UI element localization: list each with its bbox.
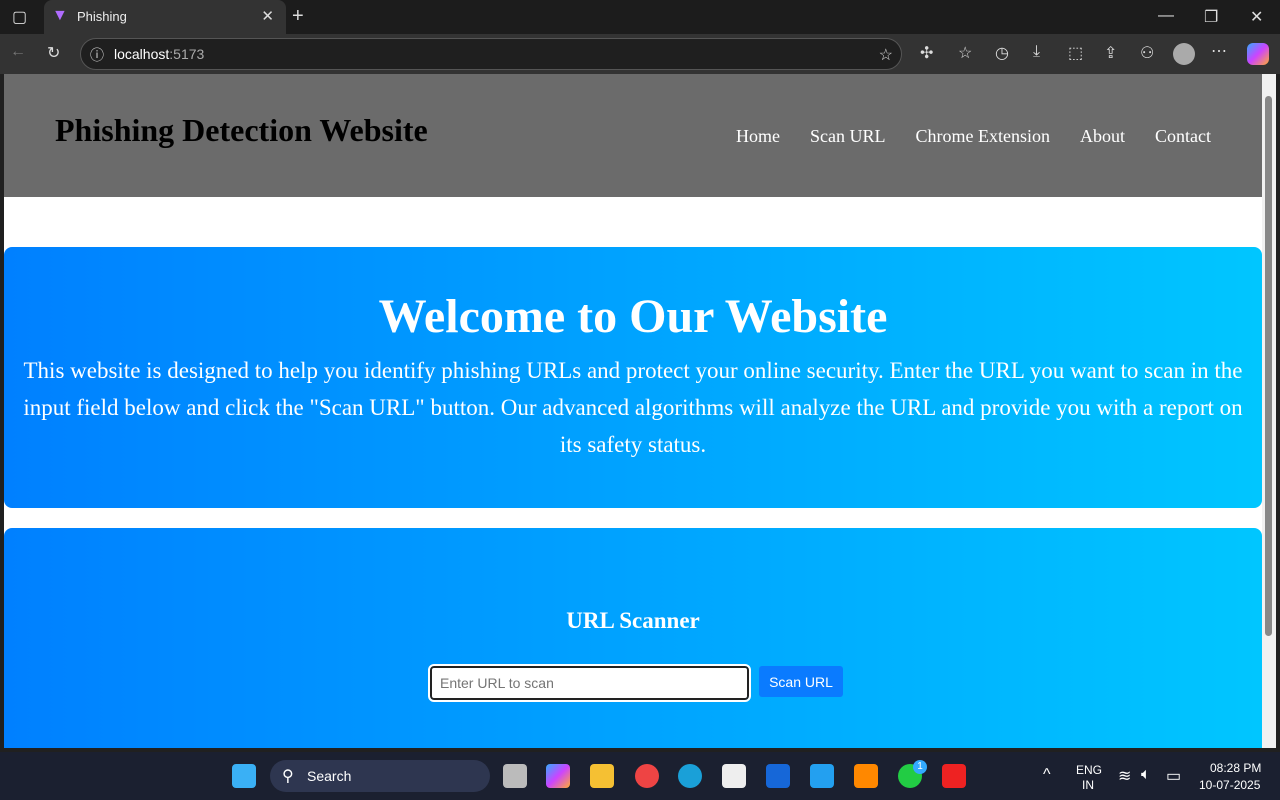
volume-icon[interactable]: 🔈︎	[1141, 766, 1151, 784]
info-icon: ⓘ	[90, 47, 104, 63]
vscode-icon[interactable]	[810, 764, 834, 788]
tab-title: Phishing	[77, 9, 127, 24]
vite-favicon-icon: ▼	[52, 7, 68, 24]
scanner-title: URL Scanner	[566, 608, 700, 633]
region-label[interactable]: IN	[1082, 778, 1094, 792]
favorite-star-icon[interactable]: ☆	[879, 45, 893, 65]
clock-date[interactable]: 10-07-2025	[1199, 778, 1260, 792]
copilot-icon[interactable]	[1247, 43, 1269, 65]
task-view-icon[interactable]	[503, 764, 527, 788]
refresh-icon[interactable]: ↻	[47, 43, 60, 63]
taskbar-search[interactable]: ⚲ Search	[270, 760, 490, 792]
tab-bar: ▢ ▼ Phishing ✕ + — ❐ ✕	[0, 0, 1280, 34]
search-label: Search	[307, 768, 352, 784]
address-bar[interactable]: ⓘ localhost:5173 ☆	[80, 38, 902, 70]
search-icon: ⚲	[282, 768, 294, 785]
nav-about[interactable]: About	[1080, 126, 1125, 147]
nav-chrome-extension[interactable]: Chrome Extension	[916, 126, 1050, 147]
url-port: :5173	[169, 46, 205, 62]
site-title: Phishing Detection Website	[55, 112, 428, 148]
vertical-scrollbar[interactable]	[1262, 74, 1276, 748]
vlc-icon[interactable]	[854, 764, 878, 788]
scan-form: Scan URL	[428, 664, 843, 702]
sidebar-toggle-icon[interactable]: ▢	[12, 7, 27, 27]
copilot-app-icon[interactable]	[546, 764, 570, 788]
welcome-text: This website is designed to help you ide…	[23, 358, 1243, 457]
app-icon[interactable]	[766, 764, 790, 788]
store-icon[interactable]	[722, 764, 746, 788]
chevron-up-icon[interactable]: ^	[1043, 766, 1051, 784]
back-icon[interactable]: ←	[10, 43, 26, 61]
downloads-icon[interactable]: ⤓	[1033, 43, 1040, 61]
language-label[interactable]: ENG	[1076, 763, 1102, 777]
nav-contact[interactable]: Contact	[1155, 126, 1211, 147]
url-input[interactable]	[428, 664, 751, 702]
scan-url-button[interactable]: Scan URL	[759, 666, 843, 697]
windows-start-icon[interactable]	[232, 764, 256, 788]
extensions-icon[interactable]: ✣	[920, 43, 933, 63]
share-icon[interactable]: ⇪	[1104, 43, 1117, 63]
workspaces-icon[interactable]: ⚇	[1140, 43, 1154, 63]
nav-home[interactable]: Home	[736, 126, 780, 147]
file-explorer-icon[interactable]	[590, 764, 614, 788]
more-icon[interactable]: ⋯	[1211, 41, 1227, 61]
close-window-icon[interactable]: ✕	[1250, 7, 1263, 27]
browser-toolbar: ← ↻ ⓘ localhost:5173 ☆ ✣ ☆ ◷ ⤓ ⬚ ⇪ ⚇ ⋯	[0, 34, 1280, 74]
url-scanner-section: URL Scanner Scan URL	[4, 528, 1262, 748]
taskbar: ⚲ Search 1 ^ ENG IN ≋ 🔈︎ ▭ 08:28 PM 10-0…	[0, 752, 1280, 800]
edge-icon[interactable]	[678, 764, 702, 788]
battery-icon[interactable]: ▭	[1166, 766, 1181, 786]
profile-avatar-icon[interactable]	[1173, 43, 1195, 65]
youtube-icon[interactable]	[942, 764, 966, 788]
close-tab-icon[interactable]: ✕	[261, 7, 274, 25]
site-header: Phishing Detection Website Home Scan URL…	[4, 74, 1262, 197]
page-viewport: Phishing Detection Website Home Scan URL…	[4, 74, 1262, 748]
main-nav: Home Scan URL Chrome Extension About Con…	[736, 126, 1211, 147]
new-tab-icon[interactable]: +	[292, 5, 304, 28]
scrollbar-thumb[interactable]	[1265, 96, 1272, 636]
history-icon[interactable]: ◷	[995, 43, 1009, 63]
welcome-title: Welcome to Our Website	[378, 290, 888, 343]
restore-icon[interactable]: ❐	[1204, 7, 1218, 27]
browser-tab[interactable]: ▼ Phishing ✕	[44, 0, 286, 34]
wifi-icon[interactable]: ≋	[1118, 766, 1131, 786]
favorites-icon[interactable]: ☆	[958, 43, 972, 63]
minimize-icon[interactable]: —	[1158, 7, 1174, 25]
whatsapp-badge: 1	[913, 760, 927, 774]
url-host: localhost	[114, 46, 170, 62]
welcome-section: Welcome to Our Website This website is d…	[4, 247, 1262, 508]
chrome-icon[interactable]	[635, 764, 659, 788]
screenshot-icon[interactable]: ⬚	[1068, 43, 1083, 63]
clock-time[interactable]: 08:28 PM	[1210, 761, 1261, 775]
nav-scan-url[interactable]: Scan URL	[810, 126, 886, 147]
